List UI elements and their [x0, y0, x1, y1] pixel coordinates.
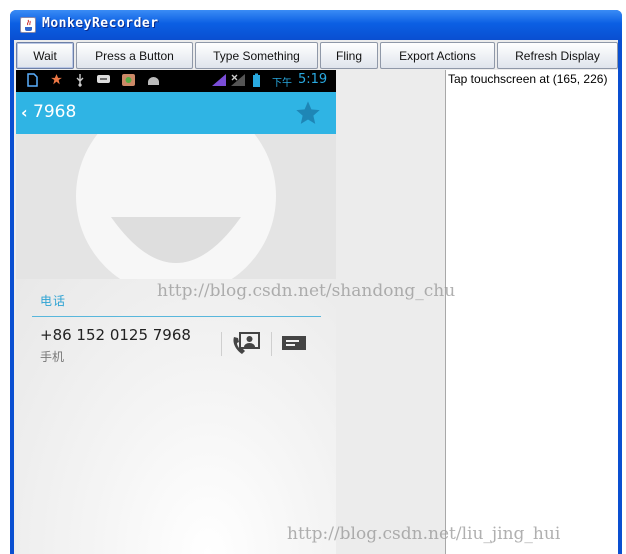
signal-strength-icon [211, 73, 227, 89]
press-a-button-button[interactable]: Press a Button [76, 42, 193, 69]
phone-section-header: 电话 [40, 294, 67, 308]
battery-icon [252, 73, 261, 89]
phone-type-label: 手机 [40, 350, 65, 364]
section-divider [32, 316, 321, 317]
action-bar: ‹ 7968 [16, 92, 336, 134]
signal-no-sim-icon [230, 73, 246, 89]
split-pane-gap [336, 70, 446, 554]
action-log-list[interactable]: Tap touchscreen at (165, 226) [445, 70, 618, 554]
favorite-star-icon[interactable] [294, 99, 322, 127]
usb-icon [74, 73, 86, 89]
window-title: MonkeyRecorder [42, 16, 159, 31]
divider [271, 332, 272, 356]
message-icon[interactable] [281, 335, 307, 351]
log-entry[interactable]: Tap touchscreen at (165, 226) [448, 72, 607, 86]
contact-name: 7968 [33, 102, 77, 122]
fling-button[interactable]: Fling [320, 42, 378, 69]
status-bar: 下午 5:19 [16, 70, 336, 92]
detail-background [16, 279, 336, 554]
phone-number[interactable]: +86 152 0125 7968 [40, 326, 191, 344]
java-app-icon [20, 17, 36, 33]
time-prefix: 下午 [272, 78, 292, 89]
status-time: 5:19 [298, 72, 328, 87]
star-notification-icon [50, 73, 63, 89]
title-bar[interactable]: MonkeyRecorder [10, 10, 622, 40]
back-chevron-icon[interactable]: ‹ [21, 103, 28, 122]
wait-button[interactable]: Wait [16, 42, 74, 69]
toolbar: Wait Press a Button Type Something Fling… [14, 42, 618, 70]
message-icon [96, 73, 111, 89]
video-call-icon[interactable] [231, 331, 261, 357]
refresh-display-button[interactable]: Refresh Display [497, 42, 618, 69]
monkey-recorder-window: MonkeyRecorder Wait Press a Button Type … [10, 10, 622, 554]
device-screen[interactable]: 下午 5:19 ‹ 7968 电话 +86 152 0125 7968 手机 [16, 70, 336, 554]
type-something-button[interactable]: Type Something [195, 42, 318, 69]
gallery-icon [121, 73, 136, 89]
divider [221, 332, 222, 356]
android-icon [146, 73, 161, 89]
contact-photo [16, 134, 336, 279]
window-client-area: Wait Press a Button Type Something Fling… [14, 40, 618, 554]
export-actions-button[interactable]: Export Actions [380, 42, 495, 69]
sd-card-icon [26, 73, 38, 89]
